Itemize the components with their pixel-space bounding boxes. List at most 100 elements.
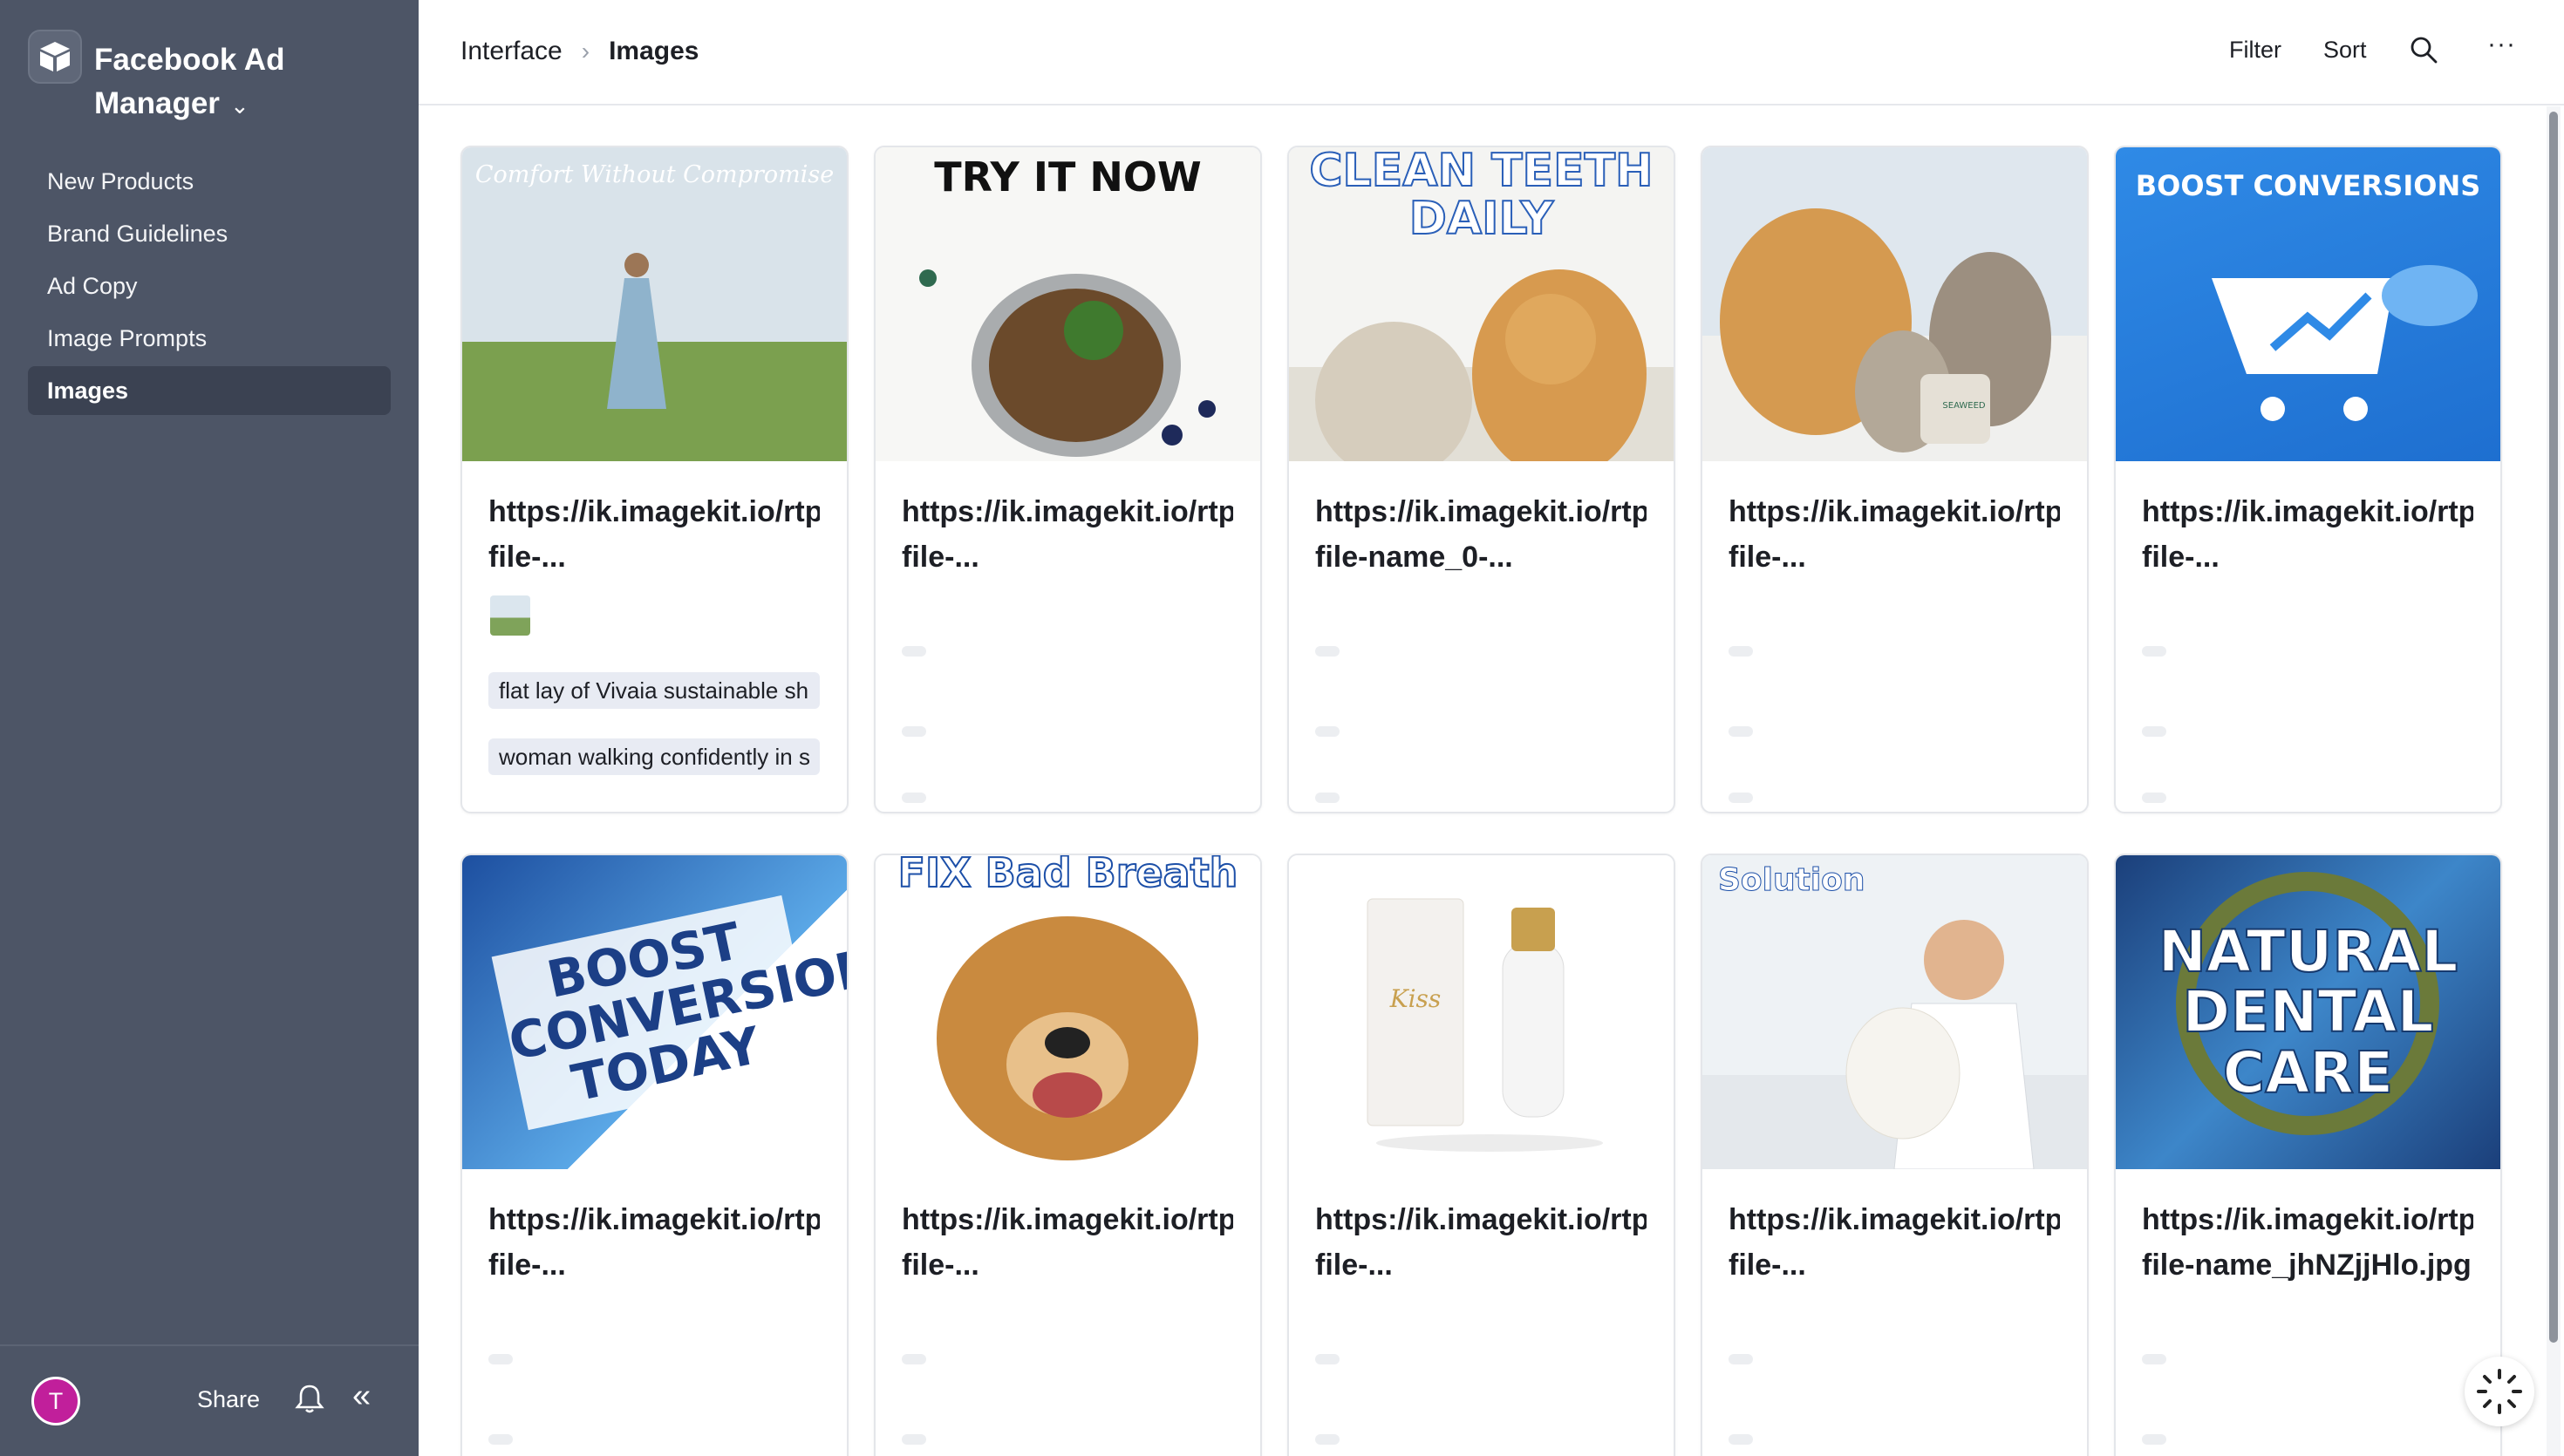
image-card[interactable]: SEAWEED https://ik.imagekit.io/rtpm file-… (1701, 146, 2089, 813)
card-url: https://ik.imagekit.io/rtpm file-... (1729, 489, 2060, 580)
sidebar: Facebook Ad Manager ⌄ New Products Brand … (0, 0, 419, 1456)
sidebar-item-new-products[interactable]: New Products (28, 157, 391, 206)
share-button[interactable]: Share (197, 1386, 260, 1413)
card-image-caption: BOOST CONVERSIONS TODAY (491, 895, 847, 1130)
empty-field-placeholder (2142, 1354, 2166, 1364)
attachment-thumbnail[interactable] (490, 595, 530, 636)
chevron-right-icon: › (581, 37, 590, 65)
empty-field-placeholder (902, 1434, 926, 1445)
empty-field-placeholder (2142, 793, 2166, 803)
image-card[interactable]: CLEAN TEETH DAILY https://ik.imagekit.io… (1287, 146, 1675, 813)
card-image: SEAWEED (1702, 147, 2087, 461)
card-url: https://ik.imagekit.io/rtpm file-... (2142, 489, 2473, 580)
empty-field-placeholder (1315, 1434, 1340, 1445)
card-url-line2: file-name_0-... (1315, 541, 1513, 574)
card-url-line1: https://ik.imagekit.io/rtpm (2142, 495, 2473, 528)
empty-field-placeholder (1729, 793, 1753, 803)
vertical-scrollbar[interactable] (2547, 106, 2561, 1456)
card-url-line1: https://ik.imagekit.io/rtpm (1315, 1203, 1647, 1236)
image-card[interactable]: TRY IT NOW https://ik.imagekit.io/rtpm fi… (874, 146, 1262, 813)
breadcrumb-parent[interactable]: Interface (460, 37, 563, 66)
image-card[interactable]: FIX Bad Breath https://ik.imagekit.io/rt… (874, 854, 1262, 1456)
card-image: TRY IT NOW (876, 147, 1260, 461)
image-card[interactable]: Kiss https://ik.imagekit.io/rtpm file-... (1287, 854, 1675, 1456)
card-image: Comfort Without Compromise (462, 147, 847, 461)
empty-field-placeholder (488, 1354, 513, 1364)
empty-field-placeholder (902, 646, 926, 657)
empty-field-placeholder (1729, 1354, 1753, 1364)
card-url-line2: file-... (1729, 541, 1806, 574)
app-title-text: Facebook Ad Manager (94, 43, 285, 120)
avatar[interactable]: T (31, 1377, 80, 1425)
card-url-line2: file-name_jhNZjjHlo.jpg (2142, 1248, 2472, 1282)
card-url: https://ik.imagekit.io/rtpm file-... (902, 1197, 1233, 1288)
collapse-sidebar-icon[interactable]: « (352, 1378, 371, 1415)
breadcrumb: Interface › Images (460, 37, 699, 66)
card-image-caption: Comfort Without Compromise (474, 161, 835, 188)
card-image: BOOST CONVERSIONS TODAY (462, 855, 847, 1169)
card-image: Kiss (1289, 855, 1674, 1169)
card-url-line1: https://ik.imagekit.io/rtpm (488, 1203, 820, 1236)
sidebar-item-images[interactable]: Images (28, 366, 391, 415)
card-url: https://ik.imagekit.io/rtpm file-... (488, 1197, 820, 1288)
card-image-caption: CLEAN TEETH DAILY (1308, 147, 1654, 245)
sort-button[interactable]: Sort (2323, 37, 2367, 64)
image-card[interactable]: BOOST CONVERSIONS TODAY https://ik.image… (460, 854, 849, 1456)
app-title: Facebook Ad Manager ⌄ (94, 38, 295, 127)
card-url-line2: file-... (488, 541, 566, 574)
card-image: NATURAL DENTAL CARE (2116, 855, 2500, 1169)
card-url: https://ik.imagekit.io/rtpm file-name_0-.… (1315, 489, 1647, 580)
prompt-tag[interactable]: woman walking confidently in s (488, 738, 820, 775)
empty-field-placeholder (1315, 726, 1340, 737)
app-header[interactable]: Facebook Ad Manager ⌄ (28, 30, 295, 127)
empty-field-placeholder (902, 793, 926, 803)
card-url-line2: file-... (902, 541, 979, 574)
card-image-caption: Solution (1718, 862, 1866, 898)
image-card[interactable]: BOOST CONVERSIONS https://ik.imagekit.io… (2114, 146, 2502, 813)
image-card[interactable]: NATURAL DENTAL CARE https://ik.imagekit.… (2114, 854, 2502, 1456)
card-image: BOOST CONVERSIONS (2116, 147, 2500, 461)
sidebar-item-brand-guidelines[interactable]: Brand Guidelines (28, 209, 391, 258)
sidebar-item-ad-copy[interactable]: Ad Copy (28, 262, 391, 310)
card-url-line2: file-... (902, 1248, 979, 1282)
image-card[interactable]: Solution https://ik.imagekit.io/rtpm file… (1701, 854, 2089, 1456)
box-logo-icon (28, 30, 82, 84)
card-image-caption: BOOST CONVERSIONS (2135, 169, 2481, 202)
card-image-caption: NATURAL DENTAL CARE (2158, 918, 2459, 1106)
prompt-tag[interactable]: flat lay of Vivaia sustainable sh (488, 672, 820, 709)
empty-field-placeholder (1729, 726, 1753, 737)
card-image: FIX Bad Breath (876, 855, 1260, 1169)
card-url-line1: https://ik.imagekit.io/rtpm (902, 495, 1233, 528)
empty-field-placeholder (1315, 1354, 1340, 1364)
card-url-line1: https://ik.imagekit.io/rtpm (1729, 1203, 2060, 1236)
card-url-line1: https://ik.imagekit.io/rtpm (1315, 495, 1647, 528)
card-image-caption: SEAWEED (1942, 401, 1986, 411)
sidebar-item-image-prompts[interactable]: Image Prompts (28, 314, 391, 363)
scrollbar-thumb[interactable] (2549, 112, 2558, 1343)
empty-field-placeholder (1729, 646, 1753, 657)
card-image: CLEAN TEETH DAILY (1289, 147, 1674, 461)
card-url-line2: file-... (1315, 1248, 1393, 1282)
card-url: https://ik.imagekit.io/rtpm file-... (488, 489, 820, 580)
card-url: https://ik.imagekit.io/rtpm file-... (1729, 1197, 2060, 1288)
card-url-line1: https://ik.imagekit.io/rtpm (1729, 495, 2060, 528)
top-bar: Interface › Images Filter Sort ··· (419, 0, 2564, 105)
breadcrumb-current: Images (609, 37, 699, 65)
gallery: Comfort Without Compromise https://ik.im… (419, 106, 2564, 1456)
search-icon[interactable] (2409, 35, 2438, 69)
bell-icon[interactable] (295, 1383, 324, 1419)
card-url: https://ik.imagekit.io/rtpm file-... (902, 489, 1233, 580)
chevron-down-icon[interactable]: ⌄ (230, 84, 249, 127)
empty-field-placeholder (2142, 1434, 2166, 1445)
loading-spinner-icon (2465, 1357, 2534, 1426)
more-options-icon[interactable]: ··· (2487, 30, 2516, 59)
card-url-line2: file-... (1729, 1248, 1806, 1282)
empty-field-placeholder (2142, 646, 2166, 657)
card-url-line1: https://ik.imagekit.io/rtpm (2142, 1203, 2473, 1236)
card-image-caption: TRY IT NOW (934, 153, 1202, 201)
empty-field-placeholder (1315, 646, 1340, 657)
card-url-line1: https://ik.imagekit.io/rtpm (902, 1203, 1233, 1236)
filter-button[interactable]: Filter (2229, 37, 2281, 64)
image-card[interactable]: Comfort Without Compromise https://ik.im… (460, 146, 849, 813)
empty-field-placeholder (1315, 793, 1340, 803)
